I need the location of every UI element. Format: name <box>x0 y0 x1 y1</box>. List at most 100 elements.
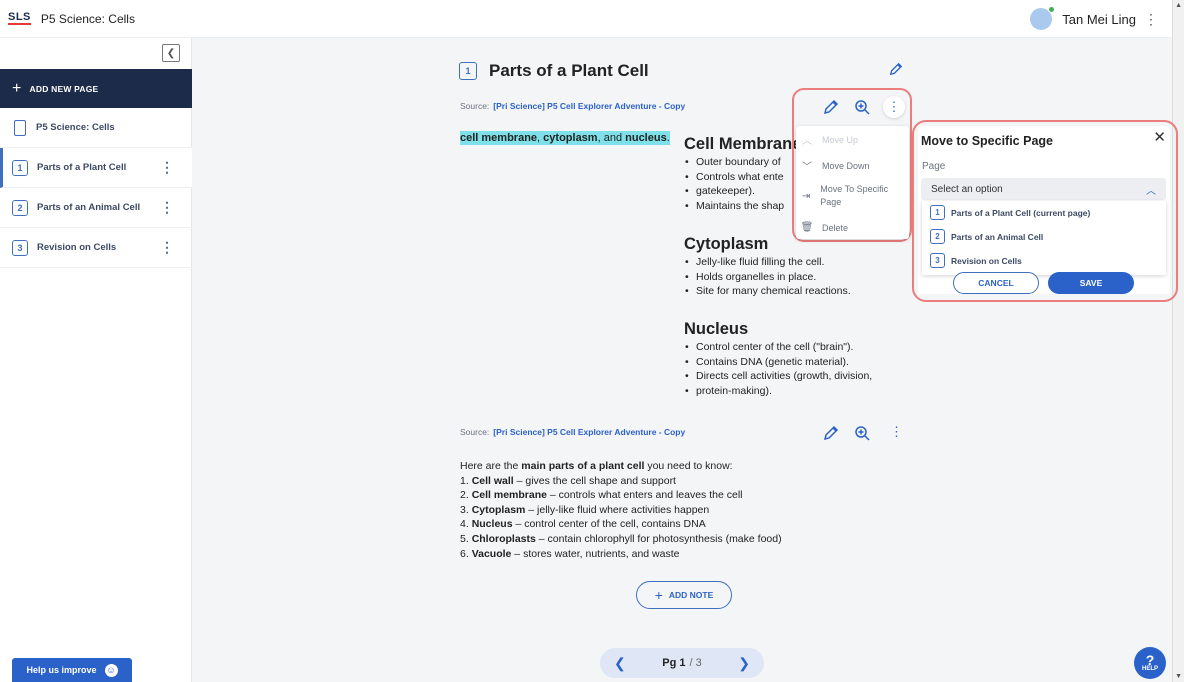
term-nucleus: nucleus <box>625 132 667 144</box>
page-header: 1 Parts of a Plant Cell <box>459 61 649 81</box>
part-row: 6. Vacuole – stores water, nutrients, an… <box>460 547 782 562</box>
edit-block-pencil-icon[interactable] <box>823 425 839 441</box>
section-cytoplasm: Cytoplasm Jelly-like fluid filling the c… <box>684 234 851 299</box>
part-name: Cell wall <box>471 474 514 487</box>
part-row: 1. Cell wall – gives the cell shape and … <box>460 474 782 489</box>
move-to-page-dialog: Move to Specific Page ✕ Page Select an o… <box>918 126 1170 294</box>
section-nucleus: Nucleus Control center of the cell ("bra… <box>684 319 872 398</box>
cancel-button[interactable]: CANCEL <box>953 272 1039 294</box>
source-line-2: Source: [Pri Science] P5 Cell Explorer Ad… <box>460 427 685 437</box>
total-pages-label: / 3 <box>689 657 702 669</box>
move-to-page-icon: ⇥ <box>801 190 811 202</box>
option-page-3[interactable]: 3 Revision on Cells <box>930 253 1022 268</box>
term-end: . <box>666 132 670 144</box>
add-new-page-label: ADD NEW PAGE <box>29 83 99 94</box>
option-page-1[interactable]: 1 Parts of a Plant Cell (current page) <box>930 205 1090 220</box>
top-bar: SLS P5 Science: Cells Tan Mei Ling ⋮ <box>0 0 1172 38</box>
sls-logo[interactable]: SLS <box>8 12 31 25</box>
collapse-sidebar-icon[interactable]: ❮ <box>162 44 180 62</box>
page-title: Parts of a Plant Cell <box>489 61 649 80</box>
smiley-icon: ☺ <box>104 663 118 677</box>
dialog-title: Move to Specific Page <box>921 134 1053 148</box>
page-pager: ❮ Pg 1/ 3 ❯ <box>600 648 764 678</box>
close-icon[interactable]: ✕ <box>1153 128 1166 146</box>
source-link[interactable]: [Pri Science] P5 Cell Explorer Adventure… <box>493 427 685 437</box>
part-number: 5. <box>460 532 472 545</box>
save-button[interactable]: SAVE <box>1048 272 1134 294</box>
online-status-dot <box>1048 6 1056 13</box>
pager-label-group: Pg 1/ 3 <box>662 657 701 669</box>
more-options-icon[interactable]: ⋮ <box>1144 11 1158 28</box>
plus-icon: + <box>654 587 663 603</box>
menu-item-delete[interactable]: 🗑 Delete <box>796 222 909 233</box>
scroll-up-arrow-icon[interactable]: ▲ <box>1175 2 1182 9</box>
page-options-icon[interactable]: ⋮ <box>160 159 174 176</box>
sidebar-lesson-overview[interactable]: P5 Science: Cells <box>0 108 192 148</box>
term-cytoplasm: cytoplasm <box>543 132 598 144</box>
current-page-label: Pg 1 <box>662 657 686 669</box>
page-number-badge: 1 <box>12 159 28 176</box>
part-name: Nucleus <box>471 518 513 531</box>
help-us-improve-button[interactable]: Help us improve ☺ <box>12 658 132 682</box>
lesson-label: P5 Science: Cells <box>36 122 115 133</box>
block-context-menu: ︿ Move Up ﹀ Move Down ⇥ Move To Specific… <box>796 126 909 239</box>
select-placeholder: Select an option <box>931 183 1003 195</box>
page-number-badge: 2 <box>930 229 945 244</box>
add-new-page-button[interactable]: + ADD NEW PAGE <box>0 69 192 108</box>
section-cell-membrane: Cell Membrane Outer boundary of Controls… <box>684 134 801 213</box>
part-desc: – contain chlorophyll for photosynthesis… <box>535 532 782 545</box>
user-name[interactable]: Tan Mei Ling <box>1062 12 1136 27</box>
user-menu[interactable]: Tan Mei Ling ⋮ <box>1030 6 1158 30</box>
sidebar-item-label: Parts of an Animal Cell <box>37 202 141 213</box>
page-select[interactable]: Select an option ︿ <box>921 178 1166 200</box>
question-mark-icon: ? <box>1145 652 1155 668</box>
part-name: Chloroplasts <box>471 532 536 545</box>
sidebar-item-page-3[interactable]: 3 Revision on Cells ⋮ <box>0 228 192 268</box>
scroll-down-arrow-icon[interactable]: ▼ <box>1175 673 1182 680</box>
help-button[interactable]: ? HELP <box>1134 647 1166 679</box>
source-label: Source: <box>460 427 490 437</box>
plus-icon: + <box>12 79 22 97</box>
source-line-1: Source: [Pri Science] P5 Cell Explorer Ad… <box>460 101 685 111</box>
app-title: P5 Science: Cells <box>40 11 135 26</box>
sidebar-item-page-1[interactable]: 1 Parts of a Plant Cell ⋮ <box>0 148 192 188</box>
lesson-document-icon <box>14 119 26 136</box>
page-options-icon[interactable]: ⋮ <box>160 239 174 256</box>
bullet: Jelly-like fluid filling the cell. <box>684 255 851 270</box>
bullet: Outer boundary of <box>684 155 801 170</box>
sidebar-item-page-2[interactable]: 2 Parts of an Animal Cell ⋮ <box>0 188 192 228</box>
part-desc: – gives the cell shape and support <box>513 474 676 487</box>
bullet: Maintains the shap <box>684 199 801 214</box>
menu-item-move-up: ︿ Move Up <box>796 132 909 148</box>
part-name: Vacuole <box>471 547 512 560</box>
sidebar: ❮ + ADD NEW PAGE P5 Science: Cells 1 Par… <box>0 38 192 682</box>
next-page-icon[interactable]: ❯ <box>738 655 750 672</box>
page-options-icon[interactable]: ⋮ <box>160 199 174 216</box>
bullet: Controls what ente <box>684 170 801 185</box>
zoom-in-icon[interactable] <box>854 425 870 441</box>
chevron-up-icon: ︿ <box>802 136 812 147</box>
help-us-improve-label: Help us improve <box>26 665 97 675</box>
help-label: HELP <box>1141 666 1158 672</box>
block-options-icon[interactable]: ⋮ <box>890 424 903 440</box>
menu-item-label: Delete <box>822 222 849 233</box>
menu-item-move-to-page[interactable]: ⇥ Move To Specific Page <box>796 183 900 209</box>
window-scrollbar[interactable]: ▲ ▼ <box>1172 0 1184 682</box>
source-link[interactable]: [Pri Science] P5 Cell Explorer Adventure… <box>493 101 685 111</box>
part-desc: – control center of the cell, contains D… <box>512 518 706 531</box>
bullet: Control center of the cell ("brain"). <box>684 340 872 355</box>
chevron-down-icon: ﹀ <box>802 162 812 173</box>
add-note-button[interactable]: + ADD NOTE <box>636 581 732 609</box>
edit-title-pencil-icon[interactable] <box>889 62 903 76</box>
part-name: Cell membrane <box>471 489 547 502</box>
bullet: Contains DNA (genetic material). <box>684 355 872 370</box>
option-page-2[interactable]: 2 Parts of an Animal Cell <box>930 229 1043 244</box>
sidebar-item-label: Revision on Cells <box>37 242 117 253</box>
page-options-dropdown: 1 Parts of a Plant Cell (current page) 2… <box>922 201 1166 275</box>
menu-item-move-down[interactable]: ﹀ Move Down <box>796 158 909 174</box>
bullet: Directs cell activities (growth, divisio… <box>684 369 872 384</box>
parts-intro: Here are the main parts of a plant cell … <box>460 459 782 474</box>
previous-page-icon[interactable]: ❮ <box>614 655 626 672</box>
term-cell-membrane: cell membrane <box>460 132 538 144</box>
avatar[interactable] <box>1030 6 1056 30</box>
